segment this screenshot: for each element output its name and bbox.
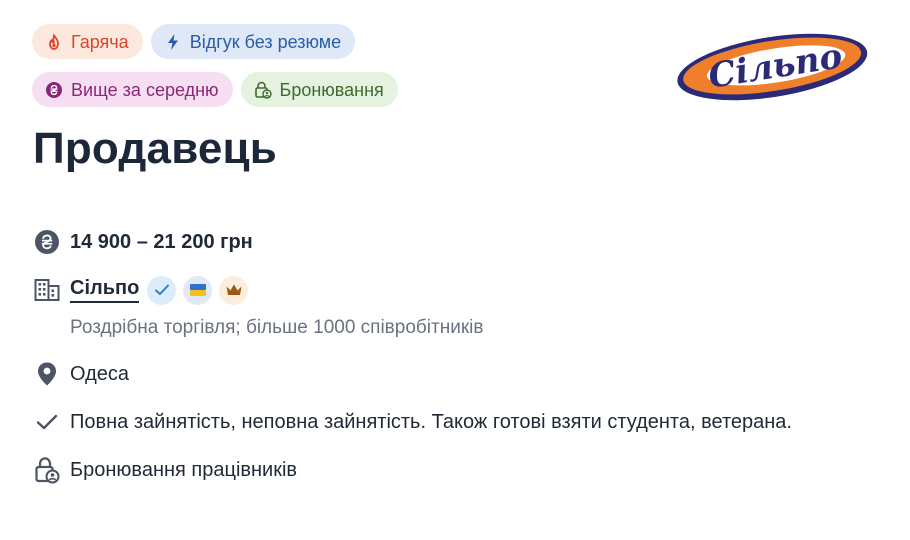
fast-apply-badge: Відгук без резюме <box>150 24 356 59</box>
lock-person-icon <box>33 456 61 484</box>
map-pin-icon <box>33 360 61 388</box>
flame-icon <box>44 32 64 52</box>
hot-badge-label: Гаряча <box>71 31 129 52</box>
hryvnia-coin-icon <box>44 80 64 100</box>
lock-person-icon <box>253 80 273 100</box>
checkmark-icon <box>33 408 61 436</box>
reservation-badge: Бронювання <box>240 72 398 107</box>
location-row: Одеса <box>33 354 893 394</box>
reservation-info: Бронювання працівників <box>70 458 298 481</box>
company-logo[interactable]: Сільпо <box>672 22 872 108</box>
office-building-icon <box>33 276 61 304</box>
reservation-row: Бронювання працівників <box>33 450 893 490</box>
lightning-icon <box>163 32 183 52</box>
company-row: Сільпо <box>33 270 893 310</box>
job-title: Продавець <box>33 124 278 173</box>
hot-badge: Гаряча <box>32 24 143 59</box>
employment-type: Повна зайнятість, неповна зайнятість. Та… <box>70 410 792 433</box>
salary-row: 14 900 – 21 200 грн <box>33 222 893 262</box>
employment-row: Повна зайнятість, неповна зайнятість. Та… <box>33 402 893 442</box>
verified-icon[interactable] <box>147 275 177 305</box>
vacancy-badges: Гаряча Відгук без резюме Вище за середню <box>32 24 452 120</box>
ukraine-flag-icon[interactable] <box>183 275 213 305</box>
fast-apply-badge-label: Відгук без резюме <box>189 31 342 52</box>
above-average-badge: Вище за середню <box>32 72 233 107</box>
hryvnia-icon <box>33 228 61 256</box>
company-name-link[interactable]: Сільпо <box>70 277 140 303</box>
salary-range: 14 900 – 21 200 грн <box>70 230 253 253</box>
crown-icon[interactable] <box>219 275 249 305</box>
company-description: Роздрібна торгівля; більше 1000 співробі… <box>70 317 484 338</box>
above-average-badge-label: Вище за середню <box>71 79 219 100</box>
reservation-badge-label: Бронювання <box>279 79 384 100</box>
job-details: 14 900 – 21 200 грн Сільпо Роздрібна тор… <box>33 222 893 498</box>
location-text: Одеса <box>70 362 130 385</box>
